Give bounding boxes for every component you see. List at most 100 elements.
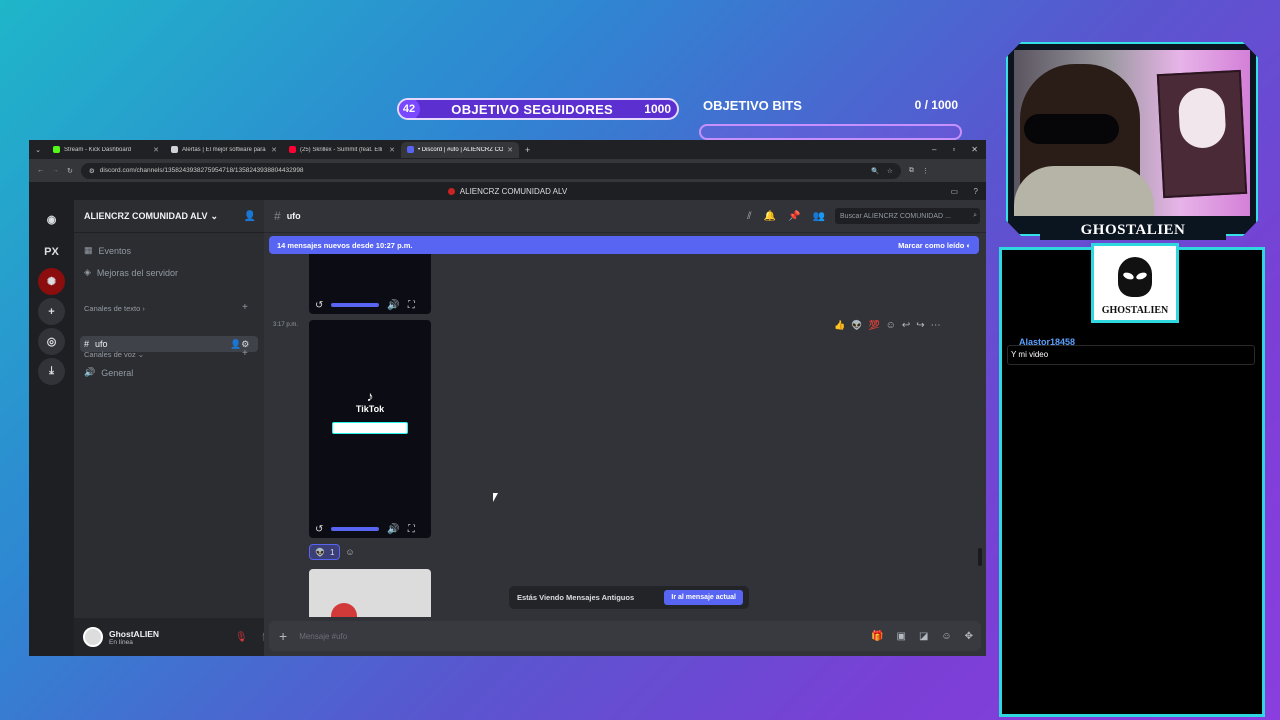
forward-icon[interactable]: → [52, 167, 59, 174]
members-icon[interactable]: 👥 [813, 211, 825, 222]
tab-title: (25) Skrillex - Summit (feat. Elli [300, 146, 383, 153]
replay-icon[interactable]: ↺ [315, 524, 323, 535]
volume-icon[interactable]: 🔊 [387, 524, 399, 535]
add-voice-channel-icon[interactable]: + [242, 348, 248, 359]
url-field[interactable]: ⚙ discord.com/channels/13582439382759547… [80, 162, 901, 179]
tab-discord[interactable]: • Discord | #ufo | ALIENCRZ CO ✕ [401, 141, 519, 158]
webcam-frame [1006, 42, 1258, 236]
pin-icon[interactable]: 📌 [788, 211, 800, 222]
close-icon[interactable]: ✕ [153, 146, 159, 154]
restore-icon[interactable]: ▫ [952, 145, 955, 154]
emoji-icon[interactable]: ☺ [941, 631, 951, 642]
reload-icon[interactable]: ↻ [67, 167, 73, 175]
zoom-icon[interactable]: 🔍 [871, 167, 879, 175]
boost-icon: ◈ [84, 267, 91, 277]
category-label: Canales de texto [84, 304, 141, 313]
add-text-channel-icon[interactable]: + [242, 302, 248, 313]
reply-icon[interactable]: ↩ [902, 320, 910, 331]
back-icon[interactable]: ← [37, 167, 44, 174]
discord-home-icon[interactable]: ◉ [38, 206, 65, 233]
progress-bar[interactable] [331, 527, 380, 531]
add-reaction-icon[interactable]: ☺ [345, 547, 354, 557]
menu-dots-icon[interactable]: ⋮ [922, 167, 929, 175]
category-label: Canales de voz [84, 350, 136, 359]
discord-titlebar: ALIENCRZ COMUNIDAD ALV ▭ ? [29, 182, 986, 200]
username: GhostALIEN [109, 628, 160, 639]
scrollbar-thumb[interactable] [978, 548, 982, 566]
server-header[interactable]: ALIENCRZ COMUNIDAD ALV ⌄ 👤 [74, 200, 264, 233]
thumbs-up-icon[interactable]: 👍 [834, 320, 845, 331]
channel-general[interactable]: 🔊 General [84, 367, 133, 378]
add-attachment-icon[interactable]: + [279, 628, 287, 644]
mark-read-button[interactable]: Marcar como leído ◐ [898, 241, 971, 250]
server-px-label: PX [44, 245, 59, 258]
emoji-reaction-icon[interactable]: 💯 [868, 320, 879, 331]
tiktok-note-icon: ♪ [366, 388, 374, 404]
gif-icon[interactable]: ▣ [896, 631, 905, 642]
new-tab-icon[interactable]: + [525, 145, 530, 155]
more-icon[interactable]: ⋯ [931, 320, 941, 331]
channel-boosts[interactable]: ◈ Mejoras del servidor [84, 267, 178, 278]
apps-icon[interactable]: ✥ [965, 631, 973, 642]
mic-muted-icon[interactable]: 🎙 [235, 632, 248, 643]
reaction-pill[interactable]: 👽 1 [309, 544, 341, 560]
download-icon[interactable]: ⤓ [38, 358, 65, 385]
hash-icon: # [274, 209, 281, 223]
threads-icon[interactable]: ⫽ [747, 211, 751, 222]
tab-search-icon[interactable]: ⌄ [29, 146, 47, 154]
video-attachment[interactable] [309, 569, 431, 617]
site-info-icon[interactable]: ⚙ [89, 167, 95, 175]
server-px[interactable]: PX [38, 238, 65, 265]
channel-ufo[interactable]: # ufo [84, 339, 108, 349]
user-info[interactable]: GhostALIEN En línea [109, 629, 159, 646]
fullscreen-icon[interactable]: ⛶ [408, 300, 415, 311]
sticker-icon[interactable]: ◪ [919, 631, 928, 642]
browser-window: ⌄ Stream - Kick Dashboard ✕ Alertas | El… [29, 140, 986, 656]
message-input[interactable]: Mensaje #ufo [299, 632, 347, 641]
server-aliencrz-icon[interactable]: ✺ [38, 268, 65, 295]
tab-kick[interactable]: Stream - Kick Dashboard ✕ [47, 142, 165, 158]
invite-icon[interactable]: 👤 [244, 211, 256, 222]
add-reaction-icon[interactable]: ☺ [886, 320, 896, 331]
close-icon[interactable]: ✕ [389, 146, 395, 154]
bookmark-star-icon[interactable]: ☆ [887, 167, 893, 175]
add-server-icon[interactable]: + [38, 298, 65, 325]
window-close-icon[interactable]: ✕ [971, 145, 978, 154]
gift-icon[interactable]: 🎁 [871, 631, 883, 642]
replay-icon[interactable]: ↺ [315, 300, 323, 311]
reaction-count: 1 [329, 547, 335, 557]
forward-icon[interactable]: ↪ [916, 320, 924, 331]
volume-icon[interactable]: 🔊 [387, 300, 399, 311]
minimize-icon[interactable]: – [932, 145, 936, 154]
search-input[interactable]: Buscar ALIENCRZ COMUNIDAD ... ⌕ [835, 208, 980, 224]
extensions-icon[interactable]: ⧉ [909, 167, 914, 175]
category-voice[interactable]: Canales de voz ⌄ [84, 350, 144, 359]
category-text[interactable]: Canales de texto › [84, 304, 145, 313]
tab-youtube[interactable]: (25) Skrillex - Summit (feat. Elli ✕ [283, 142, 401, 158]
mouse-cursor-icon [493, 493, 498, 502]
webcam-video [1014, 50, 1250, 216]
message-composer: + Mensaje #ufo 🎁 ▣ ◪ ☺ ✥ [269, 621, 981, 651]
kick-icon [53, 146, 60, 153]
bits-goal-bar [699, 124, 962, 140]
fullscreen-icon[interactable]: ⛶ [408, 524, 415, 535]
channel-events[interactable]: ▦ Eventos [84, 245, 131, 256]
bell-icon[interactable]: 🔔 [764, 211, 776, 222]
avatar[interactable] [83, 627, 103, 647]
progress-bar[interactable] [331, 303, 380, 307]
tiktok-logo: ♪ TikTok [309, 388, 431, 434]
close-icon[interactable]: ✕ [507, 146, 513, 154]
video-attachment[interactable]: ♪ TikTok ↺ 🔊 ⛶ [309, 320, 431, 538]
logo-text: GHOSTALIEN [1101, 305, 1169, 316]
help-icon[interactable]: ? [974, 187, 978, 196]
server-name: ALIENCRZ COMUNIDAD ALV [84, 211, 208, 221]
video-attachment[interactable]: ↺ 🔊 ⛶ [309, 254, 431, 314]
new-messages-banner[interactable]: 14 mensajes nuevos desde 10:27 p.m. Marc… [269, 236, 979, 254]
close-icon[interactable]: ✕ [271, 146, 277, 154]
chat-username: Alastor18458 [1019, 337, 1076, 347]
tab-alertas[interactable]: Alertas | El mejor software para ✕ [165, 142, 283, 158]
inbox-icon[interactable]: ▭ [950, 187, 958, 196]
jump-to-present-button[interactable]: Ir al mensaje actual [664, 590, 743, 605]
explore-icon[interactable]: ◎ [38, 328, 65, 355]
alien-reaction-icon[interactable]: 👽 [851, 320, 862, 331]
